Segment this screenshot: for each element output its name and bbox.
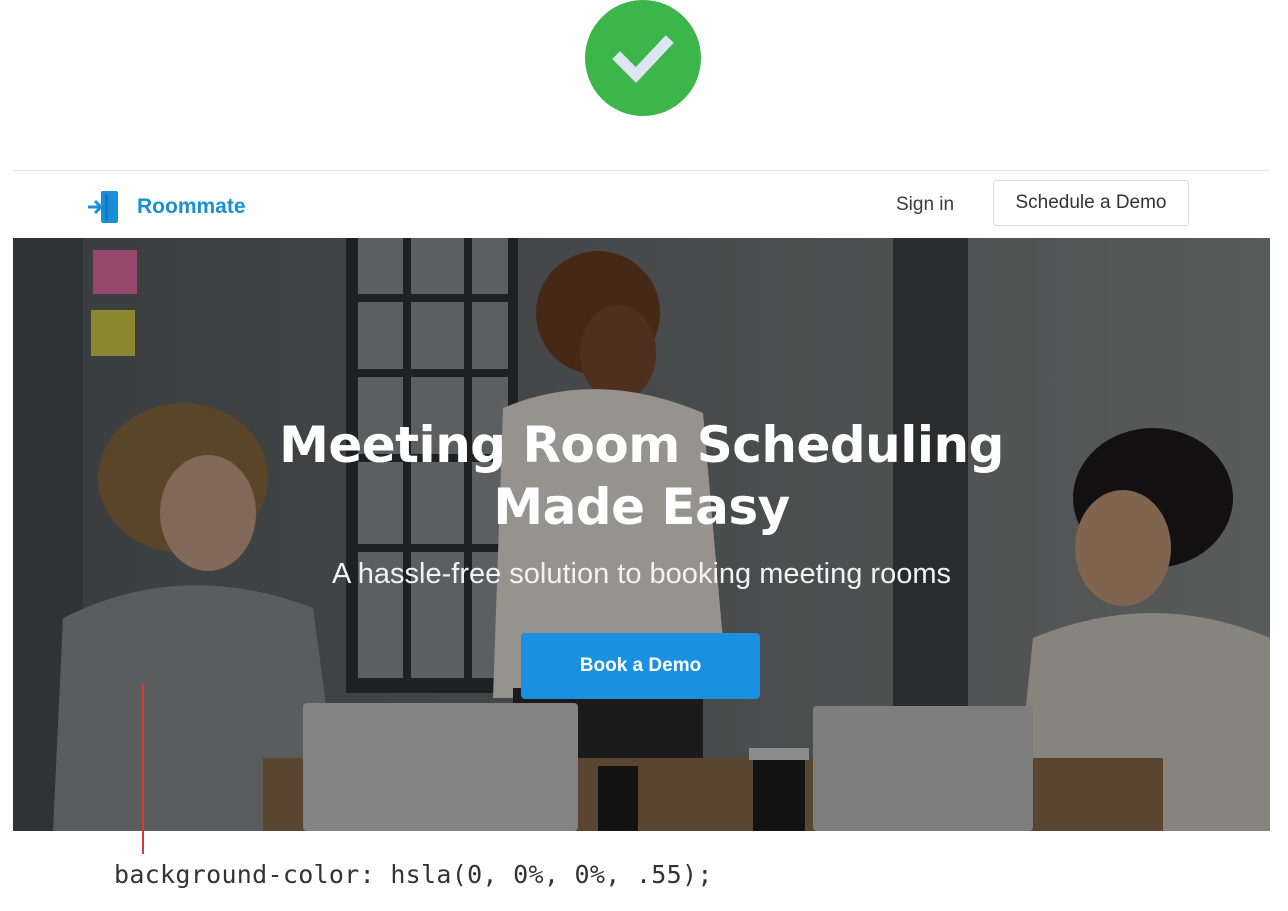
hero-title-line-1: Meeting Room Scheduling — [279, 416, 1004, 474]
brand-name: Roommate — [137, 195, 246, 218]
annotation-pointer-line — [142, 684, 144, 854]
website-screenshot: Roommate Sign in Schedule a Demo Meeting… — [13, 170, 1270, 832]
success-badge — [585, 0, 701, 116]
schedule-demo-button[interactable]: Schedule a Demo — [993, 180, 1189, 226]
door-enter-icon — [88, 191, 118, 223]
checkmark-icon — [612, 35, 674, 83]
brand-logo[interactable]: Roommate — [87, 189, 246, 225]
hero-title: Meeting Room Scheduling Made Easy — [13, 414, 1270, 538]
hero-title-line-2: Made Easy — [493, 478, 790, 536]
hero-subtitle: A hassle-free solution to booking meetin… — [331, 558, 951, 590]
css-rule-caption: background-color: hsla(0, 0%, 0%, .55); — [114, 860, 713, 889]
book-demo-button[interactable]: Book a Demo — [521, 633, 760, 699]
navbar: Roommate Sign in Schedule a Demo — [13, 171, 1270, 238]
sign-in-link[interactable]: Sign in — [896, 194, 954, 216]
hero-section: Meeting Room Scheduling Made Easy A hass… — [13, 238, 1270, 831]
